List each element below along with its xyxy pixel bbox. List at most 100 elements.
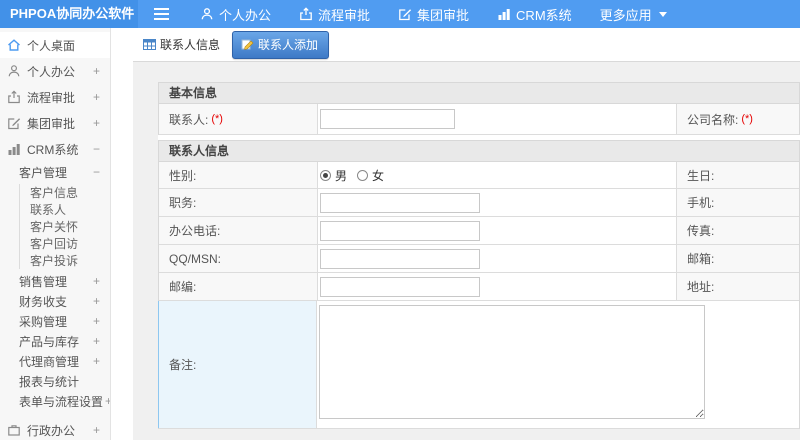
edit-icon	[7, 116, 21, 130]
top-navigation: 个人办公 流程审批 集团审批 CRM系统 更多应用	[186, 0, 681, 28]
zipcode-cell	[318, 273, 677, 300]
sidebar-item-admin-office[interactable]: 行政办公 +	[0, 417, 110, 440]
sidebar-item-customer-care[interactable]: 客户关怀	[20, 218, 110, 235]
user-icon	[7, 64, 21, 78]
gender-female-radio[interactable]	[357, 169, 369, 181]
sidebar: 个人桌面 个人办公 + 流程审批 + 集团审批 + CRM系统 − 客户管理 −…	[0, 28, 111, 440]
sidebar-item-label: 报表与统计	[19, 374, 80, 389]
required-mark: (*)	[211, 113, 223, 125]
expand-icon: +	[92, 354, 100, 368]
sidebar-item-label: 个人桌面	[27, 38, 76, 53]
tab-bar: 联系人信息 联系人添加	[133, 28, 800, 62]
sidebar-item-finance[interactable]: 财务收支 +	[0, 291, 110, 311]
office-phone-row: 办公电话: 传真:	[159, 217, 799, 245]
nav-label: 更多应用	[599, 7, 652, 23]
birthday-label: 生日:	[677, 162, 799, 188]
fax-label: 传真:	[677, 217, 799, 244]
nav-crm-system[interactable]: CRM系统	[483, 0, 586, 28]
job-title-input[interactable]	[320, 192, 480, 213]
sidebar-item-crm-system[interactable]: CRM系统 −	[0, 136, 110, 162]
required-mark: (*)	[741, 113, 753, 125]
sidebar-item-agent-management[interactable]: 代理商管理 +	[0, 351, 110, 371]
expand-icon: +	[92, 423, 100, 437]
tab-label: 联系人添加	[258, 37, 319, 52]
office-phone-label: 办公电话:	[159, 217, 318, 244]
sidebar-item-personal-desktop[interactable]: 个人桌面	[0, 32, 110, 58]
company-name-label: 公司名称: (*)	[677, 104, 799, 134]
customer-management-submenu: 客户信息 联系人 客户关怀 客户回访 客户投诉	[19, 184, 110, 269]
section-contact-info: 联系人信息 性别: 男 女 生日: 职务: 手机: 办公电话: 传真: QQ/M…	[158, 140, 800, 429]
sidebar-item-label: 客户回访	[30, 237, 79, 251]
topbar: PHPOA协同办公软件 个人办公 流程审批 集团审批 CRM系统 更多应用	[0, 0, 800, 28]
contact-name-input[interactable]	[320, 109, 455, 129]
caret-down-icon	[658, 11, 667, 17]
sidebar-item-label: 行政办公	[27, 423, 76, 438]
nav-workflow-approval[interactable]: 流程审批	[285, 0, 384, 28]
zipcode-input[interactable]	[320, 276, 480, 297]
expand-icon: +	[92, 116, 100, 130]
sidebar-item-label: 客户管理	[19, 165, 68, 180]
tab-contact-add[interactable]: 联系人添加	[232, 30, 330, 59]
main-panel: 联系人信息 联系人添加 基本信息 联系人: (*) 公司名称: (*) 联系人信…	[133, 28, 800, 440]
job-title-label: 职务:	[159, 189, 318, 216]
sidebar-item-label: 客户关怀	[30, 220, 79, 234]
office-phone-cell	[318, 217, 677, 244]
content-area: 基本信息 联系人: (*) 公司名称: (*) 联系人信息 性别: 男 女 生日…	[133, 62, 800, 440]
nav-more-apps[interactable]: 更多应用	[586, 0, 681, 28]
sidebar-item-customer-callback[interactable]: 客户回访	[20, 235, 110, 252]
job-title-row: 职务: 手机:	[159, 189, 799, 217]
sidebar-item-sales-management[interactable]: 销售管理 +	[0, 271, 110, 291]
gender-male-label: 男	[335, 168, 348, 183]
gender-male-radio[interactable]	[320, 169, 331, 181]
add-contact-icon	[241, 38, 254, 51]
expand-icon: +	[92, 90, 100, 104]
sidebar-item-personal-office[interactable]: 个人办公 +	[0, 58, 110, 84]
sidebar-item-contacts[interactable]: 联系人	[20, 201, 110, 218]
expand-icon: −	[92, 142, 100, 156]
sidebar-item-purchase-management[interactable]: 采购管理 +	[0, 311, 110, 331]
office-phone-input[interactable]	[320, 220, 480, 241]
expand-icon: −	[92, 165, 100, 179]
remark-label: 备注:	[158, 301, 317, 428]
sidebar-item-reports-statistics[interactable]: 报表与统计	[0, 371, 110, 391]
expand-icon: +	[92, 294, 100, 308]
table-icon	[143, 38, 156, 51]
tab-contact-info[interactable]: 联系人信息	[143, 36, 220, 53]
email-label: 邮箱:	[677, 245, 799, 272]
sidebar-item-label: 联系人	[30, 203, 67, 217]
job-title-cell	[318, 189, 677, 216]
workflow-icon	[7, 90, 21, 104]
remark-cell	[317, 301, 799, 428]
expand-icon: +	[92, 274, 100, 288]
sidebar-item-workflow-approval[interactable]: 流程审批 +	[0, 84, 110, 110]
qq-msn-input[interactable]	[320, 248, 480, 269]
nav-label: 流程审批	[318, 7, 371, 23]
sidebar-item-label: 财务收支	[19, 294, 68, 309]
sidebar-item-customer-info[interactable]: 客户信息	[20, 184, 110, 201]
workflow-icon	[299, 7, 313, 21]
remark-textarea[interactable]	[319, 305, 705, 419]
sidebar-item-customer-management[interactable]: 客户管理 −	[0, 162, 110, 182]
sidebar-item-label: 代理商管理	[19, 354, 80, 369]
nav-group-approval[interactable]: 集团审批	[384, 0, 483, 28]
contact-name-label: 联系人: (*)	[159, 104, 318, 134]
menu-toggle-icon[interactable]	[154, 0, 174, 28]
sidebar-item-label: 流程审批	[27, 90, 76, 105]
sidebar-item-form-workflow-settings[interactable]: 表单与流程设置 +	[0, 391, 110, 411]
briefcase-icon	[7, 423, 21, 437]
expand-icon: +	[92, 334, 100, 348]
nav-label: CRM系统	[516, 7, 572, 23]
section-basic-info: 基本信息 联系人: (*) 公司名称: (*)	[158, 82, 800, 135]
gender-row: 性别: 男 女 生日:	[159, 162, 799, 189]
section-header-contact-info: 联系人信息	[159, 141, 799, 162]
tab-label: 联系人信息	[160, 38, 221, 52]
nav-personal-office[interactable]: 个人办公	[186, 0, 285, 28]
contact-name-row: 联系人: (*) 公司名称: (*)	[159, 104, 799, 135]
address-label: 地址:	[677, 273, 799, 300]
expand-icon: +	[92, 64, 100, 78]
sidebar-gutter	[111, 28, 133, 440]
sidebar-item-customer-complaint[interactable]: 客户投诉	[20, 252, 110, 269]
sidebar-item-group-approval[interactable]: 集团审批 +	[0, 110, 110, 136]
gender-radio-group: 男 女	[320, 167, 392, 184]
sidebar-item-product-inventory[interactable]: 产品与库存 +	[0, 331, 110, 351]
